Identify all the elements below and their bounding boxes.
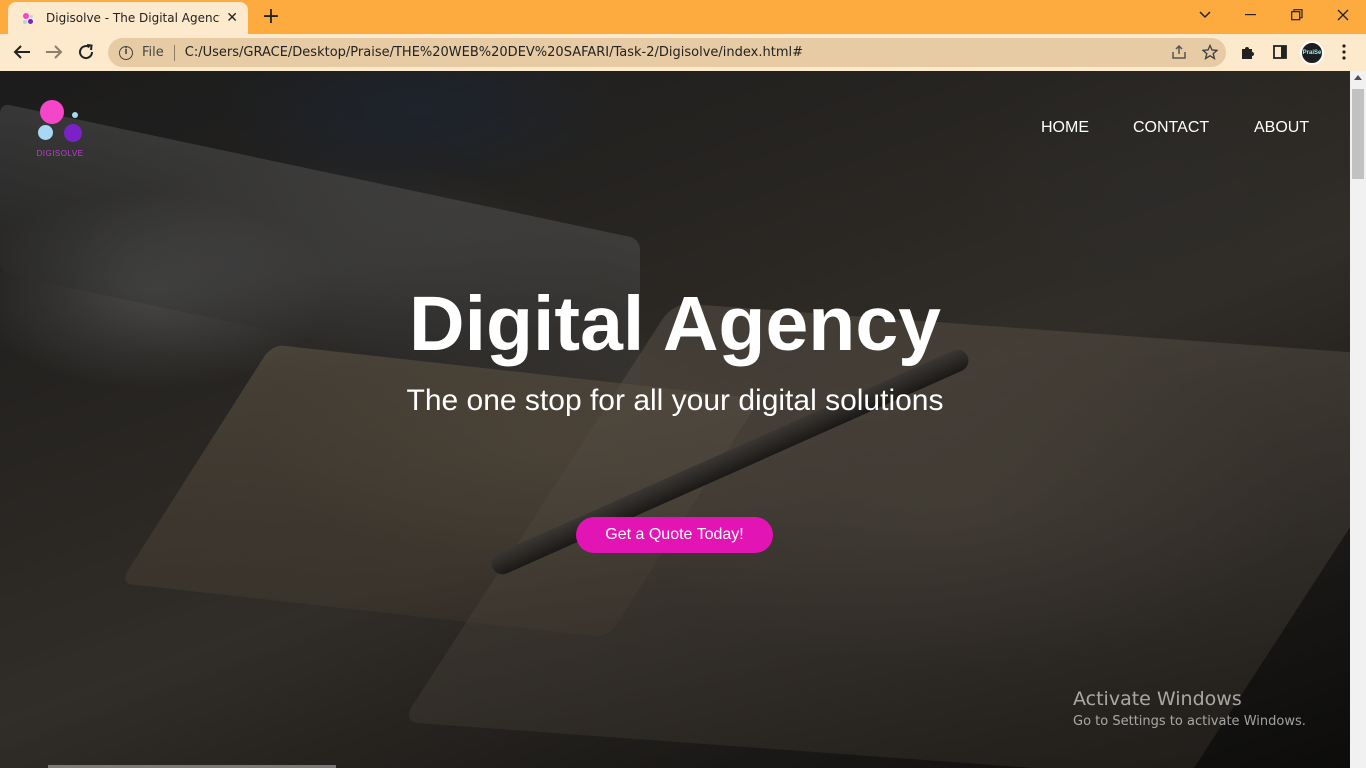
- scrollbar-thumb[interactable]: [1352, 89, 1364, 179]
- restore-icon: [1291, 9, 1303, 21]
- address-bar[interactable]: i File C:/Users/GRACE/Desktop/Praise/THE…: [108, 38, 1226, 67]
- reload-icon: [79, 44, 94, 60]
- minimize-button[interactable]: [1228, 0, 1274, 30]
- hero-title: Digital Agency: [409, 281, 941, 367]
- activate-windows-watermark: Activate Windows Go to Settings to activ…: [1073, 688, 1306, 729]
- watermark-line-1: Activate Windows: [1073, 688, 1242, 710]
- close-window-button[interactable]: [1320, 0, 1366, 30]
- close-icon: [1337, 9, 1349, 21]
- site-logo[interactable]: DIGISOLVE: [32, 100, 88, 162]
- chevron-down-icon: [1199, 11, 1211, 19]
- puzzle-icon: [1242, 47, 1254, 59]
- watermark-line-2: Go to Settings to activate Windows.: [1073, 714, 1306, 729]
- restore-button[interactable]: [1274, 0, 1320, 30]
- browser-toolbar: i File C:/Users/GRACE/Desktop/Praise/THE…: [0, 34, 1366, 71]
- logo-dot-blue: [38, 125, 53, 140]
- back-button[interactable]: [8, 38, 36, 66]
- forward-arrow-icon: [46, 45, 63, 59]
- hero-subtitle: The one stop for all your digital soluti…: [406, 384, 944, 417]
- browser-tab[interactable]: Digisolve - The Digital Agency for ✕: [8, 2, 248, 34]
- digisolve-favicon-icon: [20, 10, 36, 26]
- kebab-menu-icon: [1342, 44, 1346, 60]
- tab-title: Digisolve - The Digital Agency for: [46, 11, 220, 25]
- new-tab-button[interactable]: +: [258, 4, 284, 30]
- address-divider: [173, 44, 175, 61]
- share-icon[interactable]: [1170, 44, 1188, 60]
- browser-menu-button[interactable]: [1334, 42, 1354, 62]
- vertical-scrollbar[interactable]: [1350, 71, 1366, 768]
- back-arrow-icon: [13, 45, 30, 59]
- tab-close-icon[interactable]: ✕: [226, 10, 238, 26]
- profile-avatar[interactable]: PraiSe: [1300, 41, 1324, 65]
- scheme-label: File: [142, 45, 164, 60]
- minimize-icon: [1245, 14, 1256, 16]
- side-panel-button[interactable]: [1270, 42, 1290, 62]
- scroll-up-icon[interactable]: [1354, 75, 1362, 80]
- site-info-icon[interactable]: i: [119, 45, 133, 60]
- side-panel-icon: [1273, 45, 1287, 59]
- bookmark-star-icon[interactable]: [1202, 44, 1218, 60]
- nav-contact[interactable]: CONTACT: [1133, 119, 1209, 137]
- extensions-button[interactable]: [1238, 42, 1258, 62]
- logo-dot-pink: [40, 100, 64, 124]
- tab-search-button[interactable]: [1182, 0, 1228, 30]
- page-viewport: DIGISOLVE HOME CONTACT ABOUT Digital Age…: [0, 71, 1350, 768]
- get-quote-button[interactable]: Get a Quote Today!: [576, 517, 773, 553]
- logo-dot-small: [72, 112, 78, 118]
- forward-button[interactable]: [40, 38, 68, 66]
- url-text[interactable]: C:/Users/GRACE/Desktop/Praise/THE%20WEB%…: [185, 45, 803, 60]
- logo-wordmark: DIGISOLVE: [36, 149, 84, 158]
- tab-bar: Digisolve - The Digital Agency for ✕ +: [0, 0, 1366, 34]
- logo-dot-purple: [64, 124, 82, 142]
- nav-about[interactable]: ABOUT: [1254, 119, 1309, 137]
- nav-home[interactable]: HOME: [1041, 119, 1089, 137]
- reload-button[interactable]: [72, 38, 100, 66]
